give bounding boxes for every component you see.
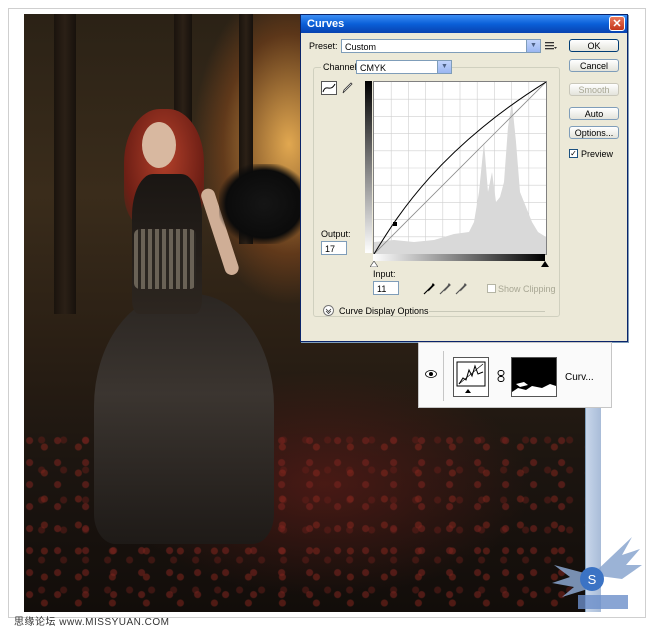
channel-select[interactable]: CMYK ▼ — [356, 60, 452, 74]
preset-select[interactable]: Custom ▼ — [341, 39, 541, 53]
woman-skirt — [94, 294, 274, 544]
curve-tool-icon[interactable] — [321, 81, 337, 95]
eye-icon[interactable] — [425, 369, 437, 379]
layer-row[interactable]: Curv... — [418, 342, 612, 408]
channel-value: CMYK — [360, 63, 387, 73]
woman-face — [142, 122, 176, 168]
preview-checkbox[interactable]: ✓ — [569, 149, 578, 158]
input-gradient — [373, 254, 545, 261]
show-clipping-label: Show Clipping — [498, 284, 556, 294]
curves-dialog: Curves ✕ Preset: Custom ▼ Channel: CMYK … — [300, 14, 628, 342]
input-label: Input: — [373, 269, 396, 279]
preset-menu-icon[interactable] — [545, 41, 557, 51]
options-button[interactable]: Options... — [569, 126, 619, 139]
curve-grid[interactable] — [373, 81, 547, 255]
output-field[interactable]: 17 — [321, 241, 347, 255]
divider — [443, 351, 444, 401]
output-gradient — [365, 81, 372, 253]
black-point-slider[interactable] — [370, 261, 378, 267]
curve-display-options-label[interactable]: Curve Display Options — [339, 306, 429, 316]
chevron-down-icon: ▼ — [526, 40, 540, 52]
chevron-down-icon: ▼ — [437, 61, 451, 73]
woman-corset — [134, 229, 196, 289]
smooth-button[interactable]: Smooth — [569, 83, 619, 96]
layer-mask-thumbnail[interactable] — [511, 357, 557, 397]
layer-name: Curv... — [565, 372, 594, 383]
curve-graph[interactable] — [373, 81, 547, 255]
auto-button[interactable]: Auto — [569, 107, 619, 120]
svg-text:S: S — [588, 572, 597, 587]
white-point-slider[interactable] — [541, 261, 549, 267]
expand-options-icon[interactable] — [323, 305, 334, 316]
preset-label: Preset: — [309, 41, 338, 51]
white-eyedropper-icon[interactable] — [455, 283, 467, 295]
cancel-button[interactable]: Cancel — [569, 59, 619, 72]
output-value: 17 — [325, 244, 336, 254]
crow — [219, 164, 309, 244]
black-eyedropper-icon[interactable] — [423, 283, 435, 295]
show-clipping-checkbox[interactable] — [487, 284, 496, 293]
ok-button[interactable]: OK — [569, 39, 619, 52]
curves-adjustment-icon[interactable] — [453, 357, 489, 397]
preset-value: Custom — [345, 42, 377, 52]
preview-label: Preview — [581, 149, 614, 159]
close-icon[interactable]: ✕ — [609, 16, 625, 31]
gray-eyedropper-icon[interactable] — [439, 283, 451, 295]
missyuan-logo-icon: S — [552, 537, 642, 609]
dialog-title: Curves — [307, 18, 345, 30]
output-label: Output: — [321, 229, 351, 239]
input-field[interactable]: 11 — [373, 281, 399, 295]
curve-point — [393, 222, 397, 226]
pencil-tool-icon[interactable] — [341, 81, 353, 95]
watermark-text: 思缘论坛 www.MISSYUAN.COM — [14, 617, 170, 628]
link-icon[interactable] — [497, 370, 505, 382]
input-value: 11 — [377, 284, 387, 294]
divider — [429, 311, 545, 312]
dialog-titlebar[interactable]: Curves ✕ — [301, 15, 627, 33]
tree-trunk — [54, 14, 76, 314]
